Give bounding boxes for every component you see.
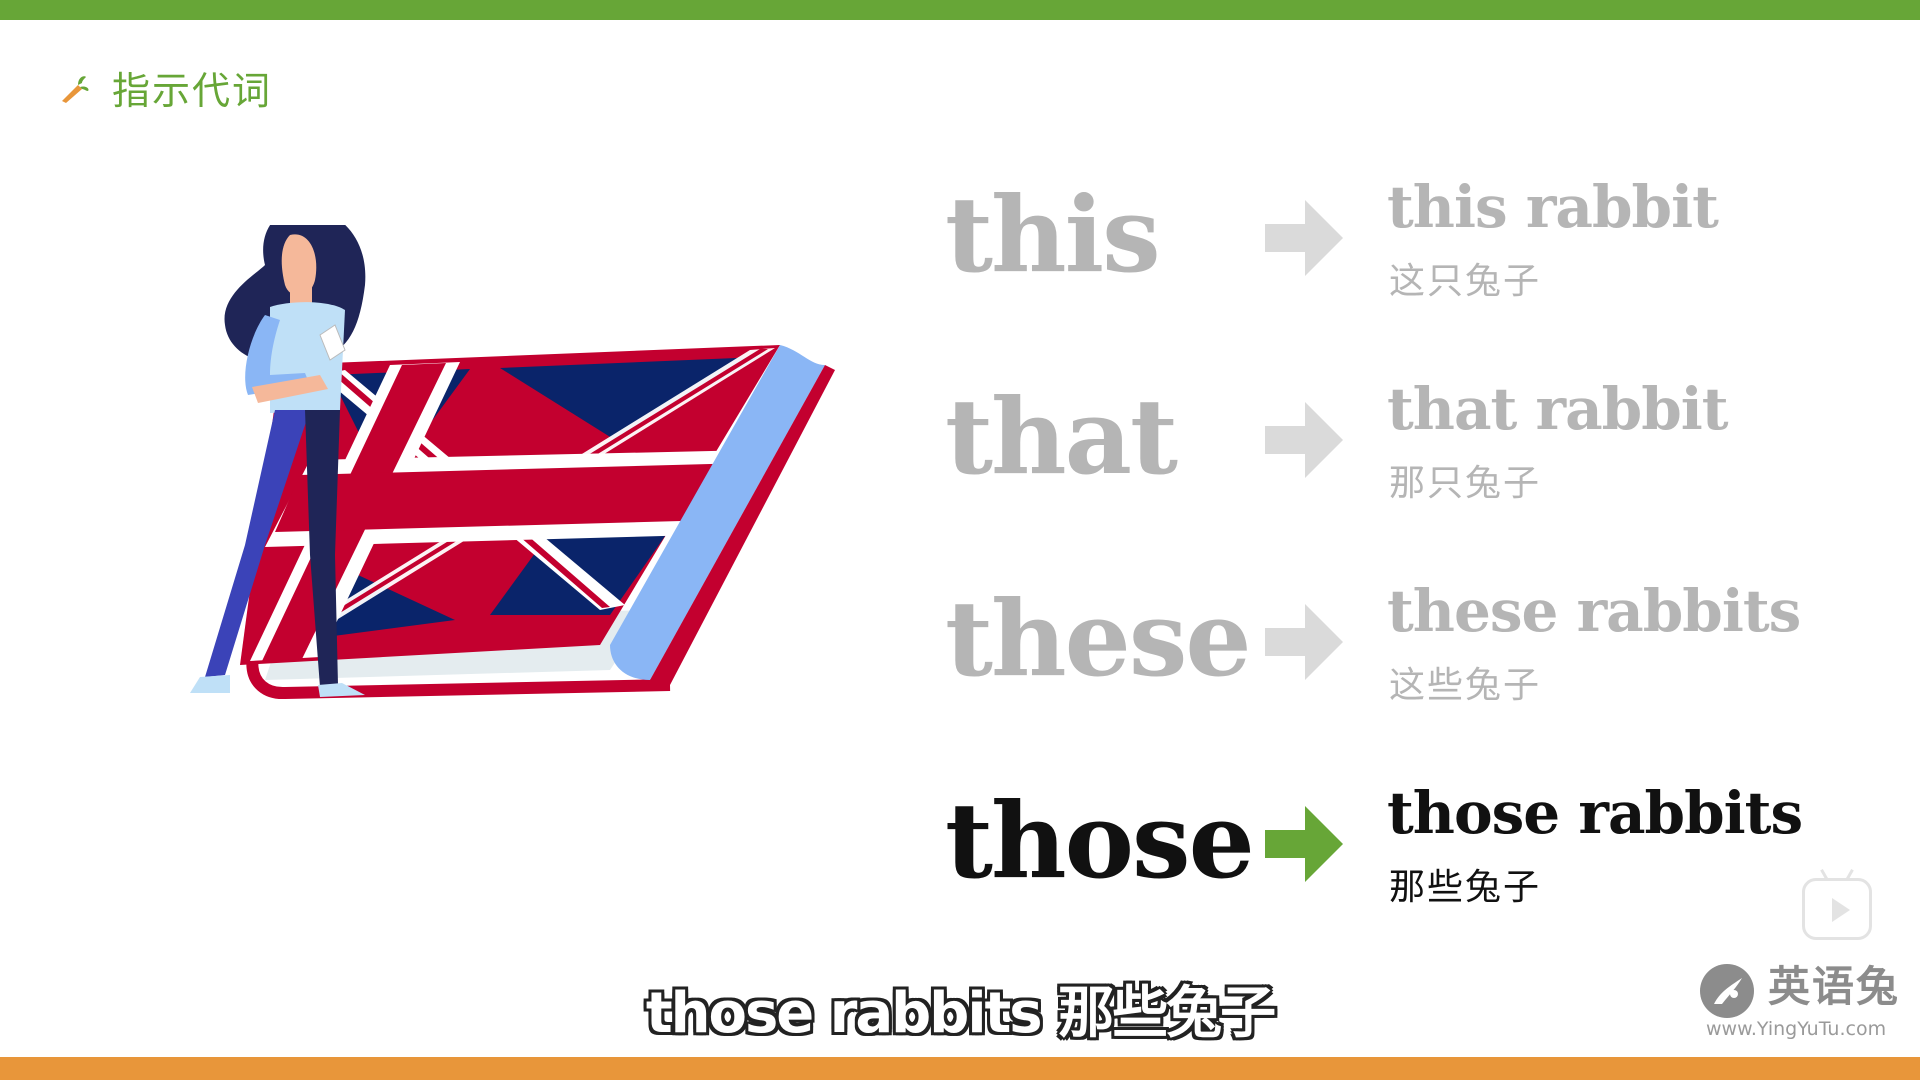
woman-with-flag-book-illustration xyxy=(190,225,835,699)
arrow-right-icon xyxy=(1265,402,1343,478)
phrase-text: these rabbits xyxy=(1387,577,1801,645)
translation-text: 那些兔子 xyxy=(1389,867,1542,908)
carrot-icon xyxy=(62,75,89,103)
pronoun-word: that xyxy=(945,375,1178,498)
pronoun-row-these: these these rabbits 这些兔子 xyxy=(945,582,1845,732)
arrow-right-icon xyxy=(1265,200,1343,276)
section-title: 指示代词 xyxy=(112,69,273,113)
pronoun-row-that: that that rabbit 那只兔子 xyxy=(945,380,1845,530)
top-accent-bar xyxy=(0,0,1920,20)
arrow-right-icon xyxy=(1265,604,1343,680)
translation-text: 这只兔子 xyxy=(1389,261,1542,302)
pronoun-word: this xyxy=(945,173,1161,296)
bottom-accent-bar xyxy=(0,1057,1920,1080)
phrase-text: that rabbit xyxy=(1387,375,1729,443)
pronoun-row-those: those those rabbits 那些兔子 xyxy=(945,784,1845,934)
pronoun-row-this: this this rabbit 这只兔子 xyxy=(945,178,1845,328)
translation-text: 这些兔子 xyxy=(1389,665,1542,706)
translation-text: 那只兔子 xyxy=(1389,463,1542,504)
video-subtitle: those rabbits 那些兔子 xyxy=(645,981,1276,1046)
play-icon[interactable] xyxy=(1802,878,1872,940)
phrase-text: this rabbit xyxy=(1387,173,1719,241)
section-header: 指示代词 xyxy=(58,60,272,115)
pronoun-word: these xyxy=(945,577,1252,700)
phrase-text: those rabbits xyxy=(1387,779,1803,847)
pronoun-word: those xyxy=(945,779,1255,902)
arrow-right-icon xyxy=(1265,806,1343,882)
